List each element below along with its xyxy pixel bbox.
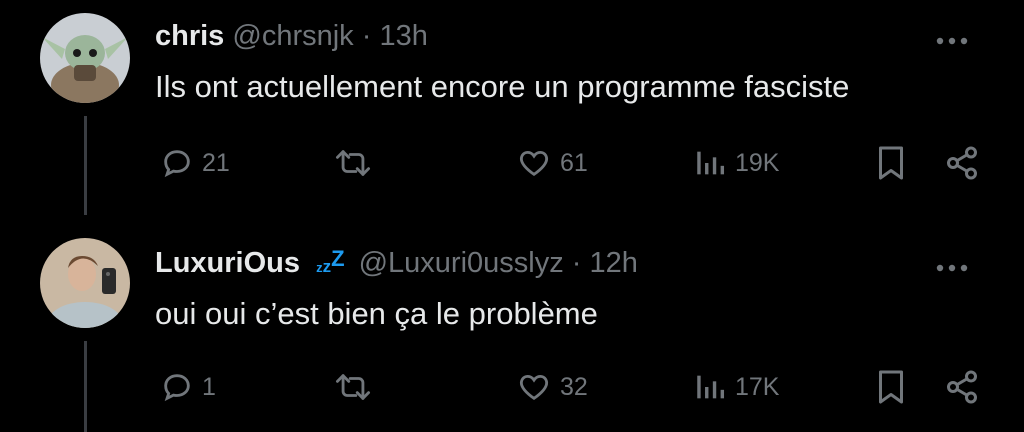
bookmark-icon [879,370,903,404]
tweet-header: LuxuriOus zzZ @Luxuri0usslyz · 12h [155,245,638,286]
repost-icon [336,150,371,176]
separator-dot: · [361,20,372,52]
action-bar: 1 32 17K [0,367,1024,407]
like-icon [520,374,548,401]
action-bar: 21 61 19K [0,143,1024,183]
reply-icon [164,150,190,178]
display-name[interactable]: LuxuriOus [155,247,300,279]
repost-button[interactable] [332,143,382,183]
like-button[interactable]: 61 [516,143,588,183]
views-icon [697,375,725,399]
more-icon[interactable] [934,260,970,272]
username-handle[interactable]: @Luxuri0usslyz [359,247,564,279]
view-count: 17K [735,372,780,401]
timestamp[interactable]: 12h [590,247,638,279]
reply-count: 1 [202,372,216,401]
bookmark-icon [879,146,903,180]
avatar[interactable] [40,13,130,103]
share-icon [947,370,977,404]
repost-icon [336,374,371,400]
tweet[interactable]: chris @chrsnjk · 13h Ils ont actuellemen… [0,0,1024,215]
sleep-badge-icon: zzZ [316,246,345,276]
views-button[interactable]: 17K [693,367,779,407]
repost-button[interactable] [332,367,382,407]
bookmark-button[interactable] [876,143,906,183]
separator-dot: · [571,247,582,279]
like-icon [520,150,548,177]
reply-button[interactable]: 21 [160,143,230,183]
reply-button[interactable]: 1 [160,367,216,407]
display-name[interactable]: chris [155,20,224,52]
username-handle[interactable]: @chrsnjk [232,20,353,52]
views-icon [697,151,725,175]
bookmark-button[interactable] [876,367,906,407]
tweet-text: Ils ont actuellement encore un programme… [155,69,850,104]
timestamp[interactable]: 13h [379,20,427,52]
share-button[interactable] [944,367,980,407]
views-button[interactable]: 19K [693,143,779,183]
like-button[interactable]: 32 [516,367,588,407]
tweet-header: chris @chrsnjk · 13h [155,18,428,54]
share-button[interactable] [944,143,980,183]
tweet[interactable]: LuxuriOus zzZ @Luxuri0usslyz · 12h oui o… [0,215,1024,432]
view-count: 19K [735,148,780,177]
like-count: 32 [560,372,588,401]
reply-count: 21 [202,148,230,177]
more-icon[interactable] [934,33,970,45]
share-icon [947,146,977,180]
like-count: 61 [560,148,588,177]
reply-icon [164,374,190,402]
tweet-text: oui oui c’est bien ça le problème [155,296,598,331]
avatar[interactable] [40,238,130,328]
